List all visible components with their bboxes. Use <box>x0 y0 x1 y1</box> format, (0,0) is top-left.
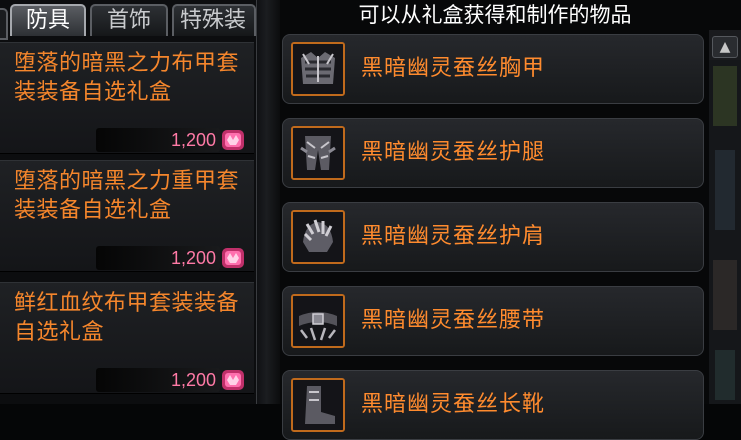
shop-item-name: 堕落的暗黑之力布甲套装装备自选礼盒 <box>14 51 240 105</box>
shop-item-price: 1,200 <box>96 128 220 152</box>
panel-divider <box>256 0 281 404</box>
content-item[interactable]: 黑暗幽灵蚕丝胸甲 <box>282 34 704 104</box>
shop-panel: 防具 首饰 特殊装 堕落的暗黑之力布甲套装装备自选礼盒 1,200 堕落的暗黑之… <box>0 0 256 404</box>
tab-accessories[interactable]: 首饰 <box>90 4 168 36</box>
boots-icon <box>291 378 345 432</box>
content-item[interactable]: 黑暗幽灵蚕丝护腿 <box>282 118 704 188</box>
chest-armor-icon <box>291 42 345 96</box>
box-contents-panel: 可以从礼盒获得和制作的物品 黑暗幽灵蚕丝胸甲 黑暗幽灵蚕丝护腿 黑暗幽灵蚕丝护肩… <box>280 0 741 440</box>
shop-item-card[interactable]: 鲜红血纹布甲套装装备自选礼盒 1,200 <box>0 282 254 394</box>
chevron-up-icon: ▲ <box>719 39 731 55</box>
shop-item-card[interactable]: 堕落的暗黑之力重甲套装装备自选礼盒 1,200 <box>0 160 254 272</box>
leg-armor-icon <box>291 126 345 180</box>
content-item-name: 黑暗幽灵蚕丝腰带 <box>361 308 546 333</box>
content-item[interactable]: 黑暗幽灵蚕丝护肩 <box>282 202 704 272</box>
gem-coin-icon <box>222 248 244 268</box>
content-item[interactable]: 黑暗幽灵蚕丝长靴 <box>282 370 704 440</box>
scroll-up-button[interactable]: ▲ <box>712 36 738 58</box>
gem-coin-icon <box>222 130 244 150</box>
shop-item-price: 1,200 <box>96 246 220 270</box>
scrollbar-ornament <box>709 60 741 404</box>
tab-edge <box>0 8 8 40</box>
shop-item-price: 1,200 <box>96 368 220 392</box>
category-tabs: 防具 首饰 特殊装 <box>0 0 256 40</box>
shop-item-name: 鲜红血纹布甲套装装备自选礼盒 <box>14 291 240 345</box>
shoulder-armor-icon <box>291 210 345 264</box>
content-item-name: 黑暗幽灵蚕丝长靴 <box>361 392 546 417</box>
shop-item-card[interactable]: 堕落的暗黑之力布甲套装装备自选礼盒 1,200 <box>0 42 254 154</box>
belt-icon <box>291 294 345 348</box>
shop-item-name: 堕落的暗黑之力重甲套装装备自选礼盒 <box>14 169 240 223</box>
panel-title: 可以从礼盒获得和制作的物品 <box>358 3 632 27</box>
tab-armor[interactable]: 防具 <box>10 4 86 36</box>
content-item[interactable]: 黑暗幽灵蚕丝腰带 <box>282 286 704 356</box>
gem-coin-icon <box>222 370 244 390</box>
content-item-name: 黑暗幽灵蚕丝护腿 <box>361 140 546 165</box>
tab-special-equipment[interactable]: 特殊装 <box>172 4 256 36</box>
content-item-name: 黑暗幽灵蚕丝胸甲 <box>361 56 546 81</box>
content-item-name: 黑暗幽灵蚕丝护肩 <box>361 224 546 249</box>
